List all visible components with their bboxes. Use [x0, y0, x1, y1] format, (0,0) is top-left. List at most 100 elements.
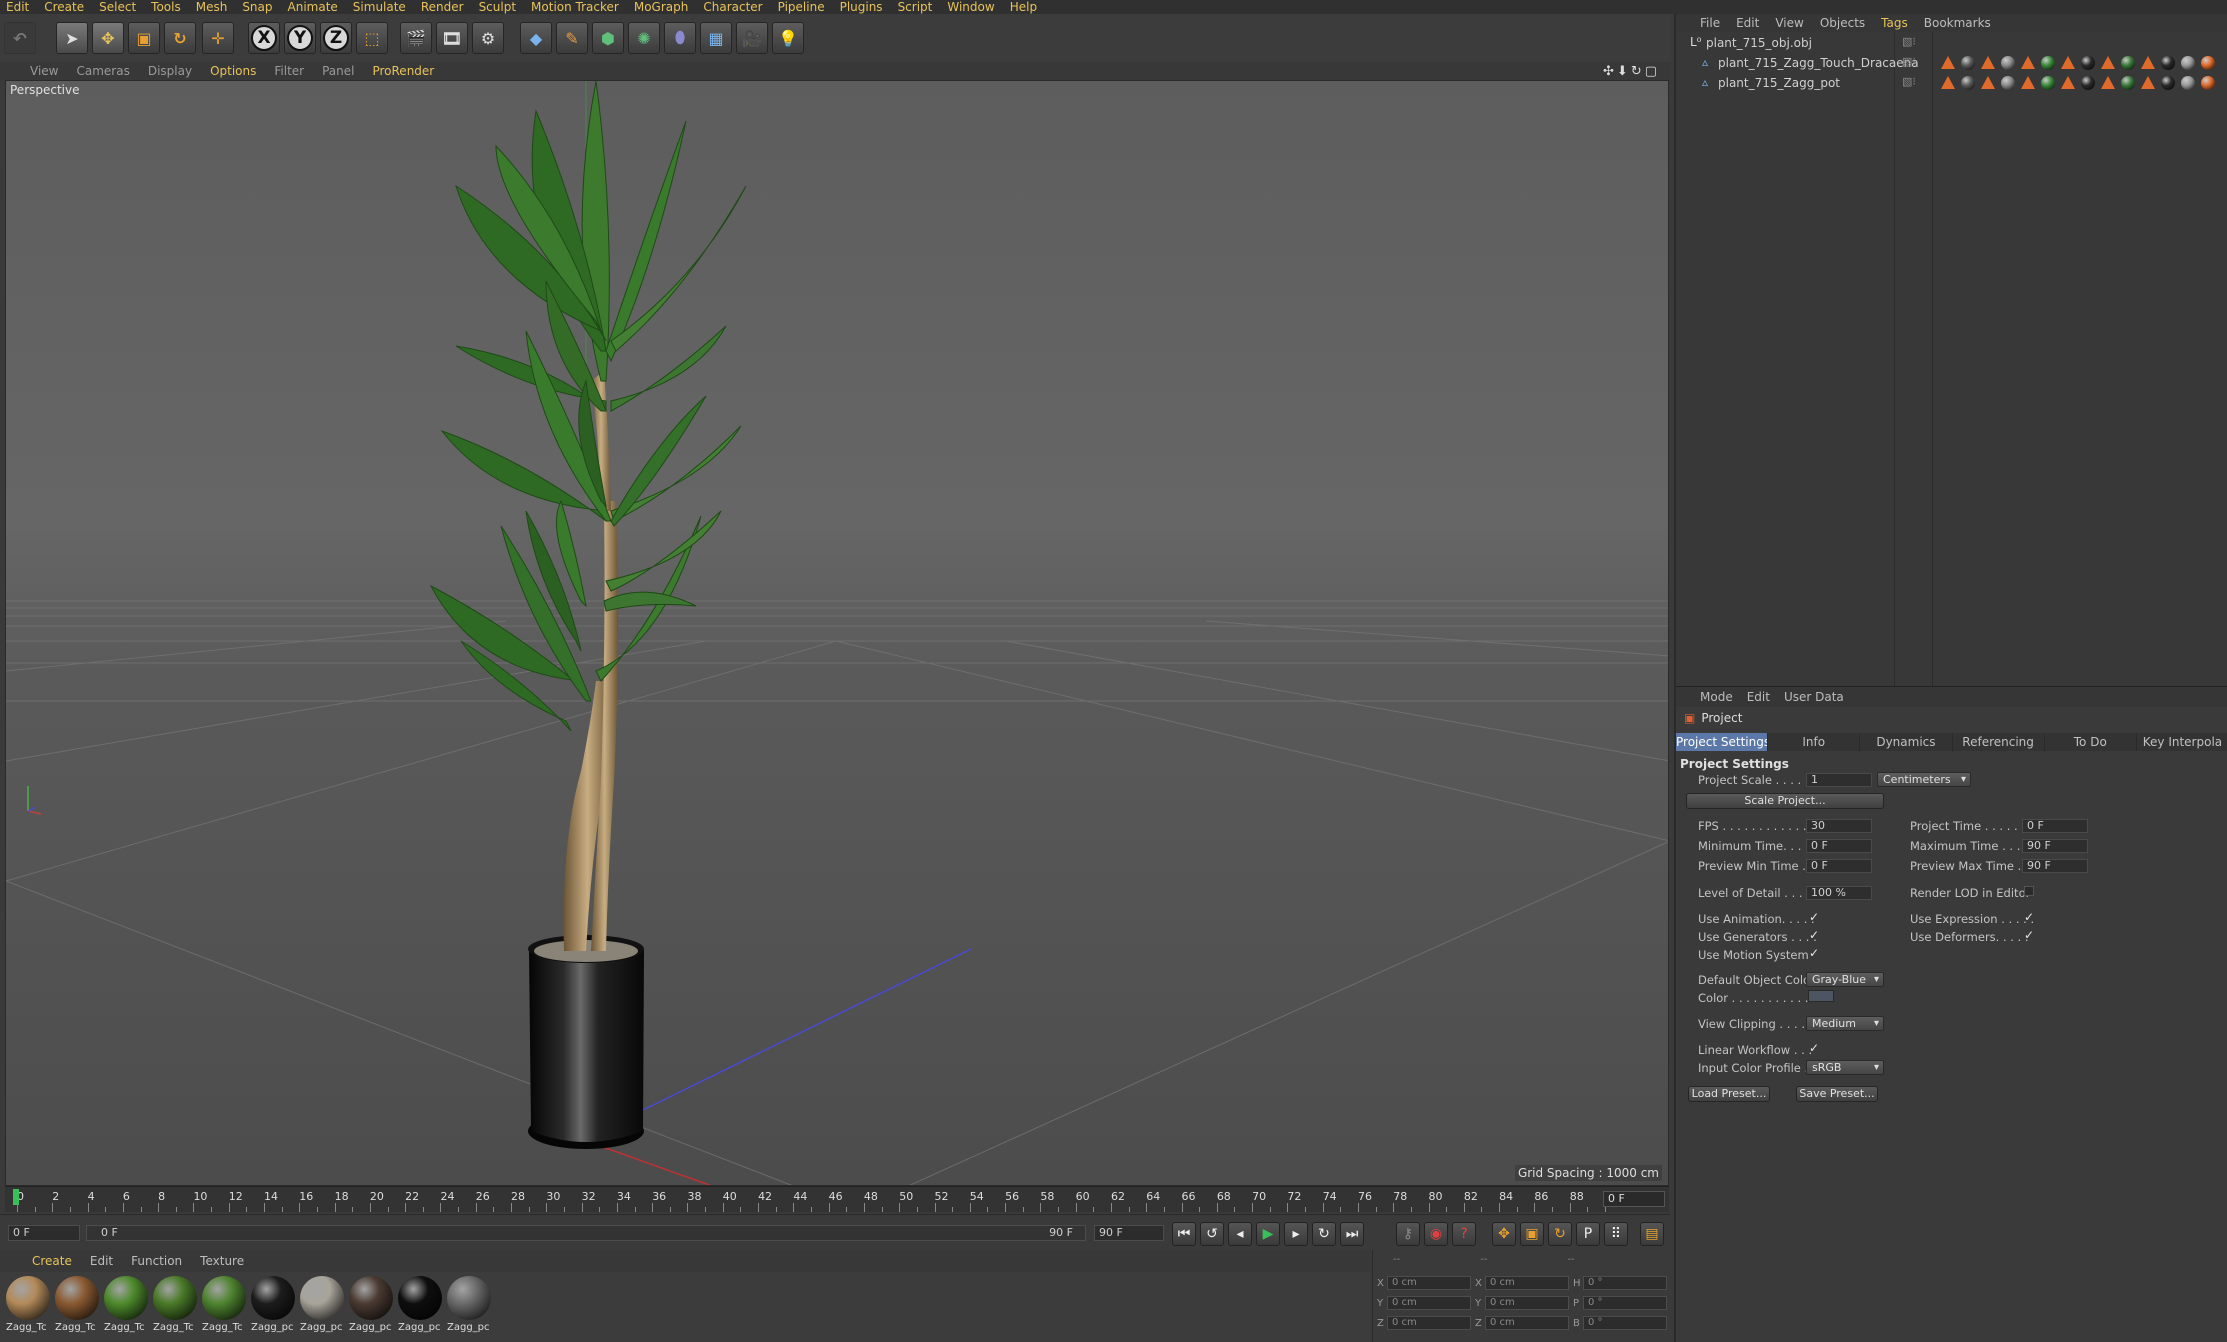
material-swatch[interactable]: Zagg_Tc [55, 1276, 101, 1338]
live-selection-button[interactable]: ✛ [202, 22, 234, 54]
material-tag-icon[interactable] [2121, 56, 2135, 70]
object-menu-file[interactable]: File [1700, 16, 1720, 30]
scale-project-button[interactable]: Scale Project... [1686, 793, 1884, 809]
material-tag-icon[interactable] [2121, 76, 2135, 90]
material-swatch[interactable]: Zagg_pc [251, 1276, 297, 1338]
material-tag-icon[interactable] [2081, 76, 2095, 90]
prev-key-button[interactable]: ↺ [1200, 1222, 1224, 1246]
menu-create[interactable]: Create [44, 0, 84, 14]
material-tag-icon[interactable] [2081, 56, 2095, 70]
material-swatch[interactable]: Zagg_Tc [104, 1276, 150, 1338]
goto-end-button[interactable]: ⏭ [1340, 1222, 1364, 1246]
attribute-menu-user-data[interactable]: User Data [1784, 690, 1844, 704]
minimum-time-input[interactable]: 0 F [1806, 839, 1872, 853]
coordinate-system-button[interactable]: ⬚ [356, 22, 388, 54]
phong-tag-icon[interactable] [1981, 76, 1995, 89]
select-tool-button[interactable]: ➤ [56, 22, 88, 54]
end-frame-field[interactable]: 90 F [1094, 1225, 1164, 1241]
project-time-input[interactable]: 0 F [2022, 819, 2088, 833]
goto-start-button[interactable]: ⏮ [1172, 1222, 1196, 1246]
coord-value-field[interactable]: 0 cm [1485, 1296, 1569, 1310]
menu-tools[interactable]: Tools [151, 0, 181, 14]
phong-tag-icon[interactable] [1941, 56, 1955, 69]
view-clipping-dropdown[interactable]: Medium [1806, 1016, 1884, 1031]
preview-min-time-input[interactable]: 0 F [1806, 859, 1872, 873]
coord-value-field[interactable]: 0 ° [1583, 1276, 1667, 1290]
next-key-button[interactable]: ↻ [1312, 1222, 1336, 1246]
phong-tag-icon[interactable] [1981, 56, 1995, 69]
menu-script[interactable]: Script [898, 0, 933, 14]
object-menu-bookmarks[interactable]: Bookmarks [1924, 16, 1991, 30]
viewport-menu-options[interactable]: Options [210, 64, 256, 78]
visibility-toggle-icon[interactable]: ▧⁝ [1902, 75, 1916, 88]
menu-character[interactable]: Character [703, 0, 762, 14]
material-menu-texture[interactable]: Texture [200, 1254, 244, 1268]
material-swatch[interactable]: Zagg_pc [398, 1276, 444, 1338]
deformer-button[interactable]: ⬮ [664, 22, 696, 54]
material-swatch[interactable]: Zagg_pc [447, 1276, 493, 1338]
coord-value-field[interactable]: 0 cm [1387, 1276, 1471, 1290]
floor-button[interactable]: ▦ [700, 22, 732, 54]
coord-value-field[interactable]: 0 ° [1583, 1296, 1667, 1310]
coord-value-field[interactable]: 0 ° [1583, 1316, 1667, 1330]
render-view-button[interactable]: 🎬 [400, 22, 432, 54]
tab-project-settings[interactable]: Project Settings [1676, 733, 1769, 751]
undo-button[interactable]: ↶ [4, 22, 36, 54]
material-tag-icon[interactable] [2001, 76, 2015, 90]
camera-button[interactable]: 🎥 [736, 22, 768, 54]
preview-range-slider[interactable]: 0 F 90 F [86, 1225, 1086, 1241]
default-object-color-dropdown[interactable]: Gray-Blue [1806, 972, 1884, 987]
level-of-detail-input[interactable]: 100 % [1806, 886, 1872, 900]
viewport-menu-display[interactable]: Display [148, 64, 192, 78]
viewport-menu-cameras[interactable]: Cameras [76, 64, 129, 78]
use-deformers-checkbox[interactable]: ✓ [2024, 928, 2034, 942]
object-menu-tags[interactable]: Tags [1881, 16, 1908, 30]
menu-help[interactable]: Help [1010, 0, 1037, 14]
maximum-time-input[interactable]: 90 F [2022, 839, 2088, 853]
menu-motion-tracker[interactable]: Motion Tracker [531, 0, 619, 14]
render-picture-viewer-button[interactable]: 🎞 [436, 22, 468, 54]
key-param-button[interactable]: P [1576, 1222, 1600, 1246]
preview-max-time-input[interactable]: 90 F [2022, 859, 2088, 873]
visibility-toggle-icon[interactable]: ▧⁝ [1902, 55, 1916, 68]
play-button[interactable]: ▶ [1256, 1222, 1280, 1246]
pen-spline-button[interactable]: ✎ [556, 22, 588, 54]
coord-value-field[interactable]: 0 cm [1485, 1316, 1569, 1330]
material-tag-icon[interactable] [2201, 56, 2215, 70]
key-scale-button[interactable]: ▣ [1520, 1222, 1544, 1246]
material-swatch[interactable]: Zagg_Tc [6, 1276, 52, 1338]
menu-snap[interactable]: Snap [242, 0, 272, 14]
menu-render[interactable]: Render [421, 0, 464, 14]
material-tag-icon[interactable] [1961, 56, 1975, 70]
material-swatch[interactable]: Zagg_Tc [202, 1276, 248, 1338]
phong-tag-icon[interactable] [2061, 76, 2075, 89]
phong-tag-icon[interactable] [2101, 56, 2115, 69]
key-pla-button[interactable]: ⠿ [1604, 1222, 1628, 1246]
keyframe-selection-button[interactable]: ? [1452, 1222, 1476, 1246]
tab-referencing[interactable]: Referencing [1953, 733, 2045, 751]
render-settings-button[interactable]: ⚙ [472, 22, 504, 54]
move-tool-button[interactable]: ✥ [92, 22, 124, 54]
object-menu-edit[interactable]: Edit [1736, 16, 1759, 30]
linear-workflow-checkbox[interactable]: ✓ [1809, 1041, 1819, 1055]
material-tag-icon[interactable] [1961, 76, 1975, 90]
material-tag-icon[interactable] [2041, 76, 2055, 90]
phong-tag-icon[interactable] [2141, 56, 2155, 69]
project-scale-unit-dropdown[interactable]: Centimeters [1877, 772, 1971, 787]
next-frame-button[interactable]: ▸ [1284, 1222, 1308, 1246]
viewport-navigation-icons[interactable]: ✣⬇↻▢ [1603, 64, 1660, 79]
cube-button[interactable]: ◆ [520, 22, 552, 54]
rotate-tool-button[interactable]: ↻ [164, 22, 196, 54]
object-row[interactable]: ▵ plant_715_Zagg_pot ▧⁝ [1676, 74, 2227, 92]
scale-tool-button[interactable]: ▣ [128, 22, 160, 54]
prev-frame-button[interactable]: ◂ [1228, 1222, 1252, 1246]
attribute-menu-edit[interactable]: Edit [1747, 690, 1770, 704]
menu-mograph[interactable]: MoGraph [634, 0, 689, 14]
phong-tag-icon[interactable] [2141, 76, 2155, 89]
coord-value-field[interactable]: 0 cm [1387, 1296, 1471, 1310]
fps-input[interactable]: 30 [1806, 819, 1872, 833]
phong-tag-icon[interactable] [1941, 76, 1955, 89]
x-axis-lock-button[interactable]: X [248, 22, 280, 54]
viewport-menu-view[interactable]: View [30, 64, 58, 78]
tab-dynamics[interactable]: Dynamics [1860, 733, 1953, 751]
